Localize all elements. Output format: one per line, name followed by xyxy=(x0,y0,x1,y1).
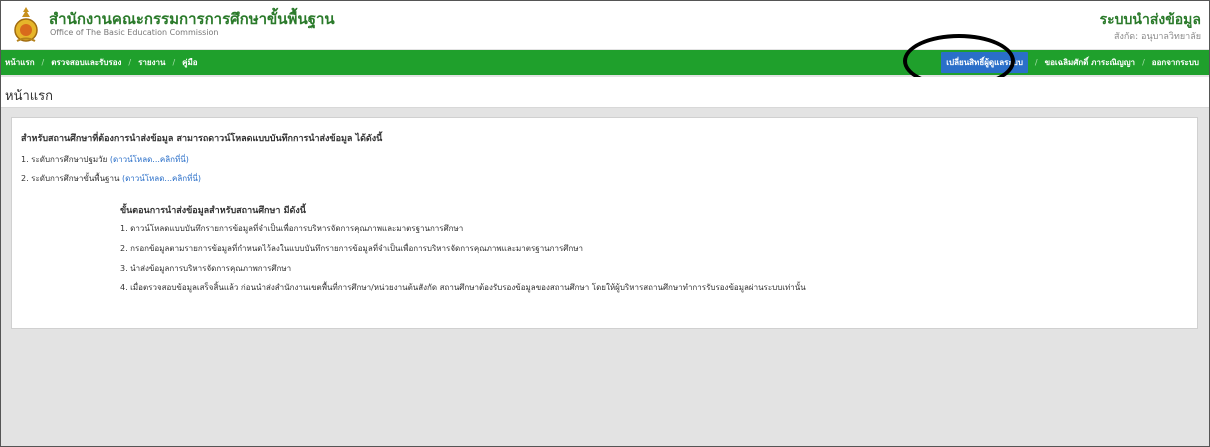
nav-verify-certify[interactable]: ตรวจสอบและรับรอง xyxy=(51,56,121,69)
org-name-english: Office of The Basic Education Commission xyxy=(50,28,219,37)
nav-right-menu: เปลี่ยนสิทธิ์ผู้ดูแลระบบ / ขอเฉลิมศักดิ์… xyxy=(941,50,1199,75)
nav-logout[interactable]: ออกจากระบบ xyxy=(1152,56,1199,69)
nav-separator: / xyxy=(1142,58,1145,67)
download-link-early-childhood[interactable]: (ดาวน์โหลด...คลิกที่นี่) xyxy=(110,155,189,164)
download-label: 2. ระดับการศึกษาขั้นพื้นฐาน xyxy=(21,174,120,183)
nav-separator: / xyxy=(41,58,45,67)
download-item: 2. ระดับการศึกษาขั้นพื้นฐาน (ดาวน์โหลด..… xyxy=(21,172,201,185)
page-title: หน้าแรก xyxy=(5,89,53,104)
nav-user-name[interactable]: ขอเฉลิมศักดิ์ ภาระณิญญา xyxy=(1045,56,1135,69)
nav-reports[interactable]: รายงาน xyxy=(138,56,165,69)
nav-separator: / xyxy=(128,58,132,67)
nav-separator: / xyxy=(1034,58,1038,67)
obec-emblem-logo xyxy=(14,7,38,42)
app-frame: สำนักงานคณะกรรมการการศึกษาขั้นพื้นฐาน Of… xyxy=(0,0,1210,447)
nav-left-menu: หน้าแรก / ตรวจสอบและรับรอง / รายงาน / คู… xyxy=(5,50,198,75)
user-affiliation: สังกัด: อนุบาลวิทยาลัย xyxy=(1113,32,1201,42)
step-item: 1. ดาวน์โหลดแบบบันทึกรายการข้อมูลที่จำเป… xyxy=(120,224,464,233)
download-item: 1. ระดับการศึกษาปฐมวัย (ดาวน์โหลด...คลิก… xyxy=(21,153,189,166)
content-panel: สำหรับสถานศึกษาที่ต้องการนำส่งข้อมูล สาม… xyxy=(11,117,1198,329)
nav-switch-admin-role[interactable]: เปลี่ยนสิทธิ์ผู้ดูแลระบบ xyxy=(941,52,1028,73)
nav-manual[interactable]: คู่มือ xyxy=(182,56,197,69)
steps-heading: ขั้นตอนการนำส่งข้อมูลสำหรับสถานศึกษา มีด… xyxy=(120,206,306,216)
nav-separator: / xyxy=(172,58,176,67)
intro-text: สำหรับสถานศึกษาที่ต้องการนำส่งข้อมูล สาม… xyxy=(21,134,383,144)
step-item: 2. กรอกข้อมูลตามรายการข้อมูลที่กำหนดไว้ล… xyxy=(120,244,583,253)
system-title: ระบบนำส่งข้อมูล xyxy=(1099,12,1201,28)
main-navigation: หน้าแรก / ตรวจสอบและรับรอง / รายงาน / คู… xyxy=(1,50,1209,75)
download-link-basic-education[interactable]: (ดาวน์โหลด...คลิกที่นี่) xyxy=(122,174,201,183)
step-item: 3. นำส่งข้อมูลการบริหารจัดการคุณภาพการศึ… xyxy=(120,264,292,273)
page-title-bar: หน้าแรก xyxy=(1,77,1209,108)
step-item: 4. เมื่อตรวจสอบข้อมูลเสร็จสิ้นแล้ว ก่อนน… xyxy=(120,283,806,292)
header: สำนักงานคณะกรรมการการศึกษาขั้นพื้นฐาน Of… xyxy=(1,1,1209,49)
download-label: 1. ระดับการศึกษาปฐมวัย xyxy=(21,155,108,164)
nav-home[interactable]: หน้าแรก xyxy=(5,56,35,69)
